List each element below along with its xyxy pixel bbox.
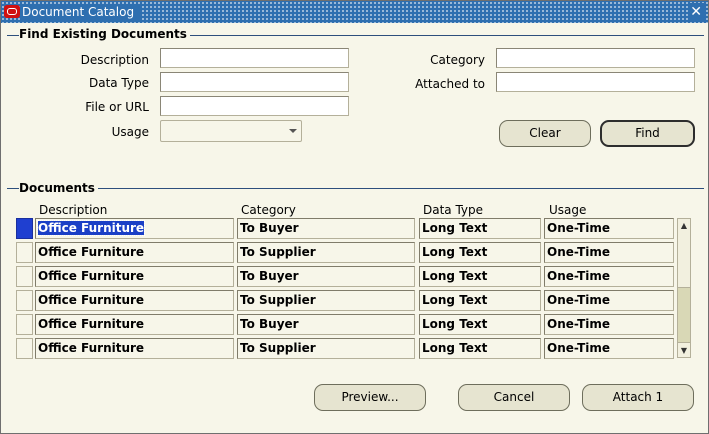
table-cell-usage[interactable]: One-Time	[544, 338, 674, 359]
table-cell-usage[interactable]: One-Time	[544, 242, 674, 263]
category-field[interactable]	[496, 48, 695, 68]
close-icon[interactable]: ✕	[688, 3, 704, 21]
table-cell-category[interactable]: To Supplier	[237, 338, 415, 359]
table-cell-category[interactable]: To Buyer	[237, 218, 415, 239]
selected-text: Office Furniture	[36, 220, 146, 236]
chevron-down-icon[interactable]	[289, 129, 297, 133]
find-button[interactable]: Find	[600, 120, 695, 147]
column-header-usage: Usage	[549, 203, 587, 217]
table-cell-category[interactable]: To Buyer	[237, 314, 415, 335]
table-cell-description[interactable]: Office Furniture	[35, 338, 234, 359]
document-catalog-window: Document Catalog ✕ Find Existing Documen…	[0, 0, 709, 434]
file-url-label: File or URL	[85, 100, 149, 114]
scroll-up-icon[interactable]: ▲	[678, 219, 690, 232]
row-indicator[interactable]	[16, 266, 33, 287]
window-title: Document Catalog	[22, 4, 141, 20]
table-cell-description[interactable]: Office Furniture	[35, 290, 234, 311]
table-cell-data-type[interactable]: Long Text	[419, 314, 541, 335]
row-indicator[interactable]	[16, 314, 33, 335]
table-cell-data-type[interactable]: Long Text	[419, 242, 541, 263]
table-cell-description[interactable]: Office Furniture	[35, 218, 234, 239]
documents-section-rule	[7, 188, 704, 189]
documents-section-title: Documents	[19, 181, 98, 195]
description-label: Description	[80, 53, 149, 67]
row-indicator[interactable]	[16, 242, 33, 263]
column-header-description: Description	[39, 203, 108, 217]
description-field[interactable]	[160, 48, 349, 68]
table-cell-usage[interactable]: One-Time	[544, 266, 674, 287]
oracle-logo-icon	[4, 5, 20, 18]
scrollbar-thumb[interactable]	[678, 287, 690, 343]
vertical-scrollbar[interactable]: ▲ ▼	[677, 218, 691, 358]
table-cell-description[interactable]: Office Furniture	[35, 242, 234, 263]
table-cell-usage[interactable]: One-Time	[544, 290, 674, 311]
table-cell-category[interactable]: To Buyer	[237, 266, 415, 287]
row-indicator[interactable]	[16, 290, 33, 311]
preview-button[interactable]: Preview...	[314, 384, 426, 411]
category-label: Category	[430, 53, 485, 67]
table-cell-data-type[interactable]: Long Text	[419, 338, 541, 359]
attach-button[interactable]: Attach 1	[582, 384, 694, 411]
table-cell-description[interactable]: Office Furniture	[35, 314, 234, 335]
table-cell-description[interactable]: Office Furniture	[35, 266, 234, 287]
title-bar[interactable]: Document Catalog ✕	[1, 1, 708, 23]
cancel-button[interactable]: Cancel	[458, 384, 570, 411]
table-cell-data-type[interactable]: Long Text	[419, 266, 541, 287]
data-type-field[interactable]	[160, 72, 349, 92]
usage-select[interactable]	[160, 120, 302, 142]
row-indicator-current[interactable]	[16, 218, 33, 239]
table-cell-usage[interactable]: One-Time	[544, 314, 674, 335]
file-url-field[interactable]	[160, 96, 349, 116]
usage-label: Usage	[111, 125, 149, 139]
table-cell-data-type[interactable]: Long Text	[419, 290, 541, 311]
table-cell-category[interactable]: To Supplier	[237, 242, 415, 263]
find-section-title: Find Existing Documents	[19, 27, 190, 41]
table-cell-category[interactable]: To Supplier	[237, 290, 415, 311]
clear-button[interactable]: Clear	[499, 120, 591, 147]
attached-to-field[interactable]	[496, 72, 695, 92]
table-cell-data-type[interactable]: Long Text	[419, 218, 541, 239]
data-type-label: Data Type	[88, 76, 149, 90]
table-cell-usage[interactable]: One-Time	[544, 218, 674, 239]
scroll-down-icon[interactable]: ▼	[678, 344, 690, 357]
column-header-category: Category	[241, 203, 296, 217]
column-header-data-type: Data Type	[423, 203, 484, 217]
attached-to-label: Attached to	[415, 77, 485, 91]
row-indicator[interactable]	[16, 338, 33, 359]
